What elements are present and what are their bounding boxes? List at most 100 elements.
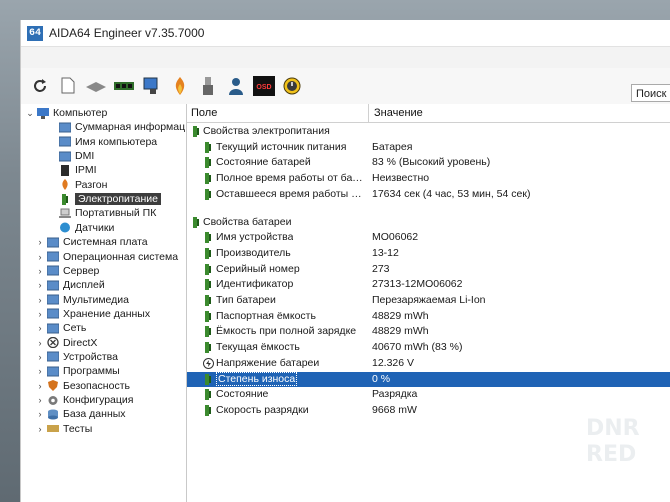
tree-item[interactable]: Разгон	[57, 178, 107, 192]
navigation-tree: ⌄ Компьютер Суммарная информац Имя компьюте…	[21, 104, 187, 502]
tree-item[interactable]: Суммарная информац	[57, 120, 185, 134]
laptop-icon	[59, 208, 71, 219]
tree-item-label: Суммарная информац	[75, 121, 186, 134]
column-divider[interactable]	[368, 104, 369, 122]
display-icon	[47, 280, 59, 291]
memory-button[interactable]	[111, 75, 137, 101]
table-row[interactable]: Степень износа 0 %	[187, 371, 670, 387]
group-title: Свойства электропитания	[203, 125, 330, 137]
field-name: Идентификатор	[216, 278, 294, 291]
table-row[interactable]: Паспортная ёмкость 48829 mWh	[187, 309, 670, 324]
tree-item[interactable]: Портативный ПК	[57, 206, 156, 220]
table-row[interactable]: Тип батареи Перезаряжаемая Li-Ion	[187, 293, 670, 308]
tree-item-label: Сеть	[63, 322, 87, 335]
table-row[interactable]: Состояние батарей 83 % (Высокий уровень)	[187, 155, 670, 170]
table-row[interactable]: Имя устройства MO06062	[187, 230, 670, 245]
group-header-row[interactable]: Свойства батареи	[187, 215, 670, 230]
table-row[interactable]: Напряжение батареи 12.326 V	[187, 356, 670, 371]
app-logo-icon: 64	[27, 25, 43, 41]
tree-item-label: DMI	[75, 150, 95, 163]
expand-arrow-icon[interactable]: ›	[35, 352, 45, 362]
expand-arrow-icon[interactable]: ›	[35, 252, 45, 262]
tree-item[interactable]: Датчики	[57, 221, 114, 235]
tests-icon	[47, 423, 59, 434]
table-row[interactable]: Текущий источник питания Батарея	[187, 140, 670, 155]
expand-arrow-icon[interactable]: ›	[35, 266, 45, 276]
field-name: Текущая ёмкость	[216, 341, 300, 354]
expand-arrow-icon[interactable]: ›	[35, 237, 45, 247]
tree-item[interactable]: DMI	[57, 149, 94, 163]
power-icon	[203, 373, 213, 385]
tree-item[interactable]: IPMI	[57, 163, 97, 177]
power-icon	[59, 193, 71, 205]
field-value: 40670 mWh (83 %)	[372, 341, 463, 354]
tree-item[interactable]: › База данных	[35, 407, 126, 421]
expand-arrow-icon[interactable]: ›	[35, 338, 45, 348]
expand-arrow-icon[interactable]: ›	[35, 323, 45, 333]
report-button[interactable]	[55, 75, 81, 101]
tree-item-label: Компьютер	[53, 107, 108, 119]
tree-item[interactable]: › Сеть	[35, 321, 87, 335]
tree-item-label: Программы	[63, 365, 120, 378]
field-name: Степень износа	[216, 371, 298, 386]
field-name: Состояние	[216, 388, 269, 401]
user-button[interactable]	[223, 75, 249, 101]
tree-item[interactable]: Имя компьютера	[57, 135, 157, 149]
expand-arrow-icon[interactable]: ›	[35, 295, 45, 305]
tree-item[interactable]: › Программы	[35, 364, 120, 378]
column-value-header[interactable]: Значение	[374, 107, 423, 119]
collapse-arrow-icon[interactable]: ⌄	[25, 108, 35, 119]
flame-button[interactable]	[167, 75, 193, 101]
table-row[interactable]: Производитель 13-12	[187, 246, 670, 261]
tree-item[interactable]: › Конфигурация	[35, 393, 134, 407]
column-field-header[interactable]: Поле	[191, 107, 217, 119]
os-icon	[47, 251, 59, 262]
search-input[interactable]: Поиск	[631, 84, 670, 102]
tree-item[interactable]: › Дисплей	[35, 278, 105, 292]
tree-item[interactable]: › Операционная система	[35, 250, 179, 264]
expand-arrow-icon[interactable]: ›	[35, 424, 45, 434]
table-row[interactable]: Оставшееся время работы от ... 17634 сек …	[187, 187, 670, 202]
refresh-button[interactable]	[27, 75, 53, 101]
field-name: Текущий источник питания	[216, 140, 347, 153]
tree-item[interactable]: › Мультимедиа	[35, 293, 130, 307]
group-header-row[interactable]: Свойства электропитания	[187, 124, 670, 139]
table-row[interactable]: Идентификатор 27313-12MO06062	[187, 277, 670, 292]
field-name: Имя устройства	[216, 231, 294, 244]
chip-button[interactable]	[83, 75, 109, 101]
usb-button[interactable]	[195, 75, 221, 101]
field-value: 0 %	[372, 372, 391, 385]
security-icon	[47, 380, 59, 392]
table-row[interactable]: Состояние Разрядка	[187, 387, 670, 402]
tree-item[interactable]: ⌄ Компьютер	[25, 106, 107, 120]
tree-item[interactable]: › DirectX	[35, 336, 98, 350]
expand-arrow-icon[interactable]: ›	[35, 280, 45, 290]
osd-button[interactable]: OSD	[251, 75, 277, 101]
table-row[interactable]: Текущая ёмкость 40670 mWh (83 %)	[187, 340, 670, 355]
monitor-button[interactable]	[139, 75, 165, 101]
table-row[interactable]: Полное время работы от бата... Неизвестно	[187, 171, 670, 186]
field-value: Перезаряжаемая Li-Ion	[372, 294, 486, 306]
field-value: 13-12	[372, 246, 399, 259]
expand-arrow-icon[interactable]: ›	[35, 395, 45, 405]
table-row[interactable]: Серийный номер 273	[187, 262, 670, 277]
tree-item[interactable]: › Сервер	[35, 264, 100, 278]
expand-arrow-icon[interactable]: ›	[35, 309, 45, 319]
computer-name-icon	[59, 136, 71, 147]
tree-item[interactable]: › Хранение данных	[35, 307, 151, 321]
power-icon	[203, 247, 213, 259]
tree-item[interactable]: › Безопасность	[35, 379, 130, 393]
table-row[interactable]: Ёмкость при полной зарядке 48829 mWh	[187, 324, 670, 339]
expand-arrow-icon[interactable]: ›	[35, 366, 45, 376]
tree-item[interactable]: Электропитание	[57, 192, 161, 206]
tree-item-label: Портативный ПК	[75, 207, 157, 220]
expand-arrow-icon[interactable]: ›	[35, 409, 45, 419]
field-value: 273	[372, 262, 390, 275]
tree-item[interactable]: › Тесты	[35, 422, 93, 436]
expand-arrow-icon[interactable]: ›	[35, 381, 45, 391]
field-name: Ёмкость при полной зарядке	[216, 325, 357, 338]
tree-item[interactable]: › Системная плата	[35, 235, 148, 249]
clock-button[interactable]	[279, 75, 305, 101]
computer-icon	[37, 107, 49, 119]
tree-item[interactable]: › Устройства	[35, 350, 118, 364]
